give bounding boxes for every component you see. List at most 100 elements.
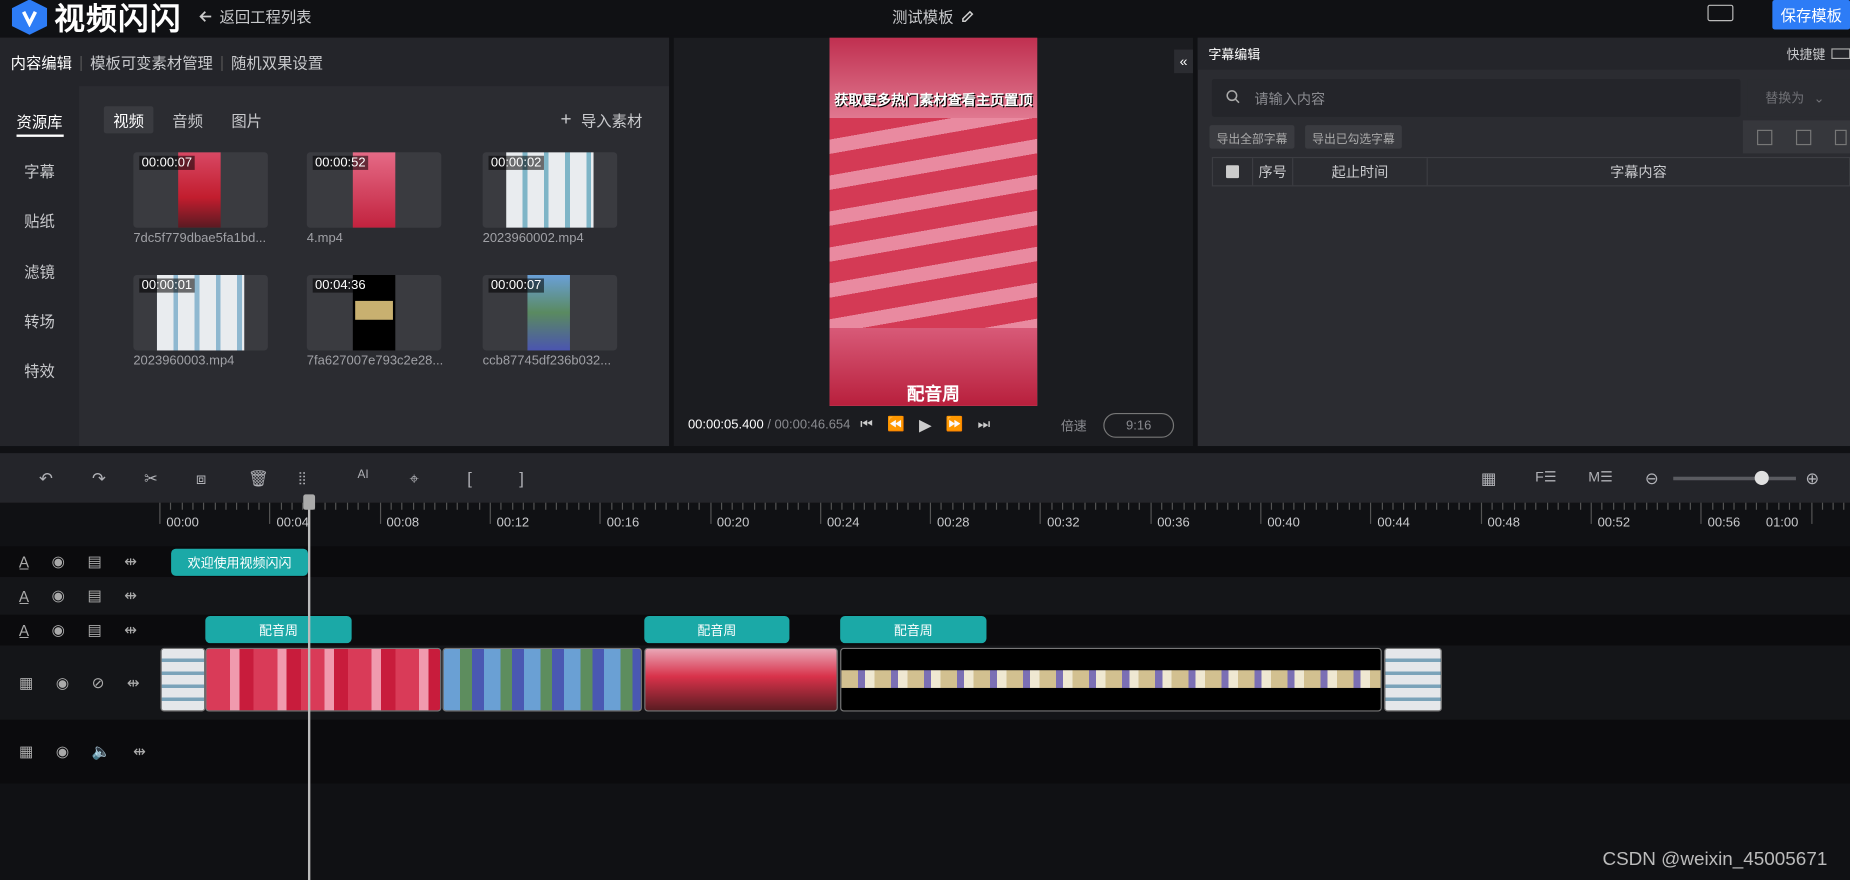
media-thumb[interactable]: 00:00:02 — [482, 152, 618, 228]
split-icon[interactable]: ⇹ — [127, 673, 140, 692]
ruler-tick — [1348, 502, 1350, 510]
eye-icon[interactable]: ◉ — [56, 673, 69, 692]
thumb-duration: 00:00:01 — [139, 278, 195, 293]
ruler-label: 00:44 — [1377, 515, 1410, 530]
export-selected-subtitles-button[interactable]: 导出已勾选字幕 — [1305, 125, 1402, 149]
eye-icon[interactable]: ◉ — [52, 552, 65, 571]
sidebar-item-filter[interactable]: 滤镜 — [0, 260, 79, 282]
zoom-out-icon[interactable]: ⊖ — [1645, 468, 1659, 488]
speed-label[interactable]: 倍速 — [1061, 417, 1087, 436]
undo-icon[interactable]: ↶ — [39, 468, 53, 488]
tab-content-edit[interactable]: 内容编辑 — [11, 51, 72, 73]
video-clip[interactable] — [160, 647, 206, 712]
crop-icon[interactable]: ⧈ — [196, 468, 207, 488]
tab-image[interactable]: 图片 — [222, 106, 272, 133]
subtitle-icon[interactable]: ▤ — [87, 621, 102, 640]
back-to-projects-link[interactable]: 返回工程列表 — [198, 5, 312, 27]
split-icon[interactable]: ⇹ — [124, 621, 137, 640]
video-clip[interactable] — [644, 647, 838, 712]
dub-clip[interactable]: 配音周 — [840, 615, 987, 644]
split-icon[interactable]: ⇹ — [124, 586, 137, 605]
save-template-button[interactable]: 保存模板 — [1772, 0, 1850, 30]
app-logo[interactable]: 视频闪闪 — [11, 0, 182, 39]
audio-wave-icon[interactable]: ⦙⦙ — [299, 468, 306, 488]
play-icon[interactable]: ▶ — [919, 415, 932, 435]
layout-icon[interactable]: ▦ — [1481, 468, 1497, 488]
cut-icon[interactable]: ✂ — [144, 468, 158, 488]
timeline-toolbar: ↶ ↷ ✂ ⧈ 🗑 ⦙⦙ AI ⌖ [ ] ▦ F☰ M☰ ⊖ ⊕ — [0, 453, 1850, 503]
ruler-tick — [1150, 502, 1152, 524]
aspect-ratio-button[interactable]: 9:16 — [1103, 412, 1175, 438]
ruler-tick — [1601, 502, 1603, 510]
mark-out-icon[interactable]: ] — [519, 468, 524, 487]
fast-forward-icon[interactable]: ⏩ — [946, 415, 964, 435]
media-thumb[interactable]: 00:00:07 — [133, 152, 268, 228]
tab-variable-assets[interactable]: 模板可变素材管理 — [90, 51, 213, 73]
subtitle-icon[interactable]: ▤ — [87, 552, 102, 571]
split-icon[interactable]: ⇹ — [133, 742, 146, 761]
skip-start-icon[interactable]: ⏮ — [860, 415, 873, 435]
split-icon[interactable]: ⇹ — [124, 552, 137, 571]
video-clip[interactable] — [205, 647, 442, 712]
playhead-handle[interactable] — [303, 494, 316, 510]
zoom-in-icon[interactable]: ⊕ — [1805, 468, 1819, 488]
mute-icon[interactable]: ⊘ — [92, 673, 105, 692]
video-clip[interactable] — [840, 647, 1382, 712]
tab-audio[interactable]: 音频 — [163, 106, 213, 133]
ruler-tick — [610, 502, 612, 510]
video-clip[interactable] — [442, 647, 642, 712]
delete-icon[interactable] — [1834, 129, 1847, 145]
grid-view-icon[interactable] — [1757, 129, 1773, 145]
tab-video[interactable]: 视频 — [103, 106, 154, 134]
media-thumb[interactable]: 00:00:07 — [482, 274, 618, 351]
text-clip[interactable]: 欢迎使用视频闪闪 — [171, 548, 308, 576]
ai-icon[interactable]: AI — [358, 468, 369, 481]
volume-icon[interactable]: 🔈 — [92, 742, 111, 761]
redo-icon[interactable]: ↷ — [92, 468, 106, 488]
skip-end-icon[interactable]: ⏭ — [978, 415, 991, 435]
sidebar-item-subtitle[interactable]: 字幕 — [0, 159, 79, 181]
ruler-label: 00:04 — [276, 515, 309, 530]
ruler-tick — [1722, 502, 1724, 510]
sidebar-item-transition[interactable]: 转场 — [0, 309, 79, 331]
dub-clip[interactable]: 配音周 — [205, 615, 352, 644]
zoom-slider[interactable] — [1673, 476, 1796, 481]
rewind-icon[interactable]: ⏪ — [887, 415, 905, 435]
media-thumb[interactable]: 00:00:01 — [133, 274, 268, 351]
sidebar-item-sticker[interactable]: 贴纸 — [0, 209, 79, 231]
keyboard-icon[interactable] — [1707, 4, 1734, 22]
sidebar-item-library[interactable]: 资源库 — [0, 110, 79, 132]
video-preview[interactable]: 获取更多热门素材查看主页置顶 配音周 — [829, 37, 1038, 406]
tab-random-effects[interactable]: 随机双果设置 — [231, 51, 323, 73]
mark-in-icon[interactable]: [ — [467, 468, 472, 487]
thumb-duration: 00:00:07 — [139, 155, 195, 170]
export-all-subtitles-button[interactable]: 导出全部字幕 — [1209, 125, 1295, 149]
ruler-label: 01:00 — [1765, 515, 1799, 530]
playhead[interactable] — [307, 495, 311, 880]
eye-icon[interactable]: ◉ — [52, 621, 65, 640]
zoom-slider-handle[interactable] — [1754, 470, 1769, 485]
video-clip[interactable] — [1384, 647, 1442, 712]
media-thumb[interactable]: 00:04:36 — [306, 274, 442, 351]
eye-icon[interactable]: ◉ — [52, 586, 65, 605]
trash-icon[interactable]: 🗑 — [248, 468, 269, 488]
timeline-ruler[interactable]: 00:00 00:04 00:08 00:12 00:16 00:20 00:24 00:28… — [159, 502, 1850, 531]
menu-format-icon[interactable]: M☰ — [1588, 468, 1613, 485]
split-view-icon[interactable] — [1795, 129, 1812, 145]
media-thumb[interactable]: 00:00:52 — [306, 152, 442, 228]
text-format-icon[interactable]: F☰ — [1535, 468, 1556, 485]
sidebar-item-effects[interactable]: 特效 — [0, 359, 79, 381]
collapse-panel-icon[interactable]: « — [1174, 49, 1193, 74]
dub-clip[interactable]: 配音周 — [644, 615, 790, 644]
subtitle-icon[interactable]: ▤ — [87, 586, 102, 605]
shortcut-button[interactable]: 快捷键 — [1786, 45, 1850, 64]
select-all-checkbox[interactable] — [1213, 158, 1254, 186]
eye-icon[interactable]: ◉ — [56, 742, 69, 761]
edit-pencil-icon[interactable] — [961, 9, 975, 23]
ruler-tick — [1744, 502, 1746, 510]
replace-dropdown[interactable]: 替换为 ⌄ — [1747, 79, 1850, 117]
subtitle-search-input[interactable]: 请输入内容 — [1211, 79, 1741, 117]
location-pin-icon[interactable]: ⌖ — [409, 468, 418, 488]
import-assets-button[interactable]: + 导入素材 — [561, 109, 643, 131]
ruler-tick — [1832, 502, 1834, 510]
